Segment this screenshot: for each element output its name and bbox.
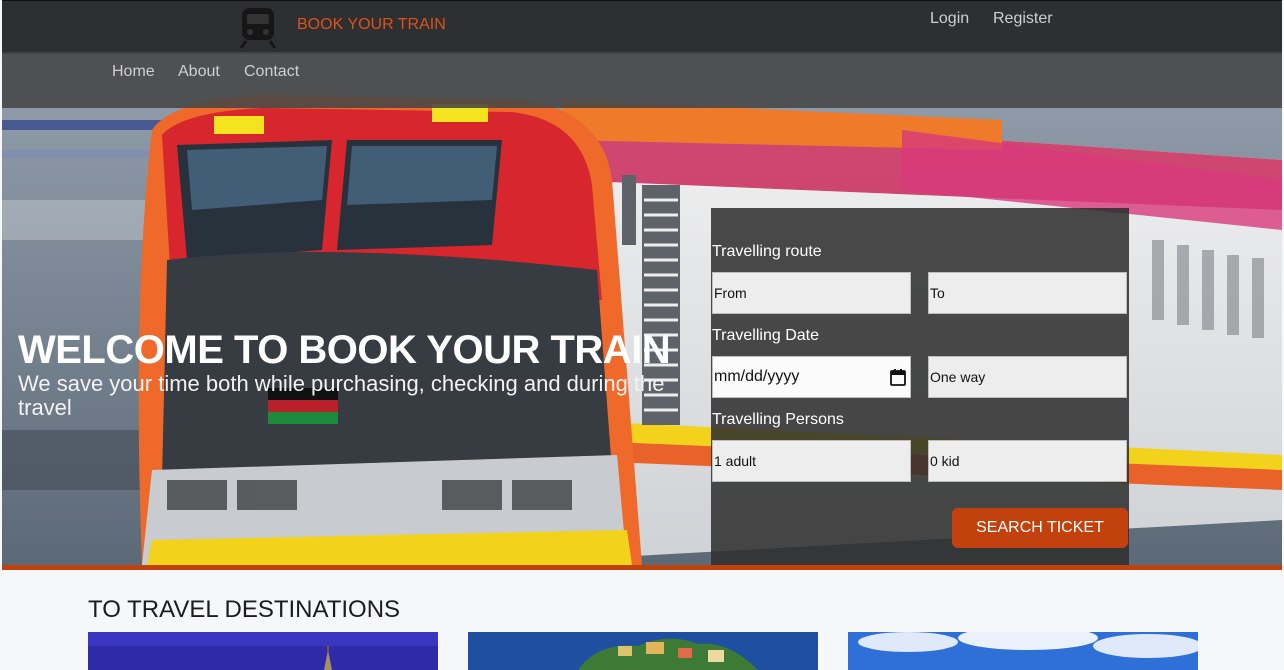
hero-tagline: We save your time both while purchasing,… (18, 371, 665, 420)
brand-name[interactable]: BOOK YOUR TRAIN (297, 16, 446, 34)
nav-about[interactable]: About (178, 63, 220, 81)
nav-contact[interactable]: Contact (244, 63, 299, 81)
kids-select[interactable]: 0 kid (928, 440, 1127, 482)
adults-select[interactable]: 1 adult (712, 440, 911, 482)
register-link[interactable]: Register (993, 10, 1053, 28)
from-field[interactable]: From (712, 272, 911, 314)
destination-image (468, 632, 818, 670)
calendar-icon[interactable] (890, 369, 906, 386)
destination-image (848, 632, 1198, 670)
date-value: mm/dd/yyyy (714, 368, 800, 385)
login-link[interactable]: Login (930, 10, 969, 28)
to-field[interactable]: To (928, 272, 1127, 314)
date-label: Travelling Date (712, 327, 820, 344)
destination-card[interactable] (468, 632, 818, 670)
train-icon (239, 8, 277, 49)
date-field[interactable]: mm/dd/yyyy (712, 356, 911, 398)
trip-type-select[interactable]: One way (928, 356, 1127, 398)
destinations-title: TO TRAVEL DESTINATIONS (88, 596, 401, 623)
page: BOOK YOUR TRAIN Login Register Home Abou… (0, 0, 1284, 670)
route-label: Travelling route (712, 243, 822, 260)
search-ticket-button[interactable]: SEARCH TICKET (952, 508, 1128, 548)
destination-image (88, 632, 438, 670)
hero-title: WELCOME TO BOOK YOUR TRAIN (18, 328, 671, 372)
persons-label: Travelling Persons (712, 411, 844, 428)
destination-card[interactable] (848, 632, 1198, 670)
accent-divider (2, 565, 1282, 570)
nav-home[interactable]: Home (112, 63, 155, 81)
destination-card[interactable] (88, 632, 438, 670)
top-bar (2, 0, 1282, 54)
